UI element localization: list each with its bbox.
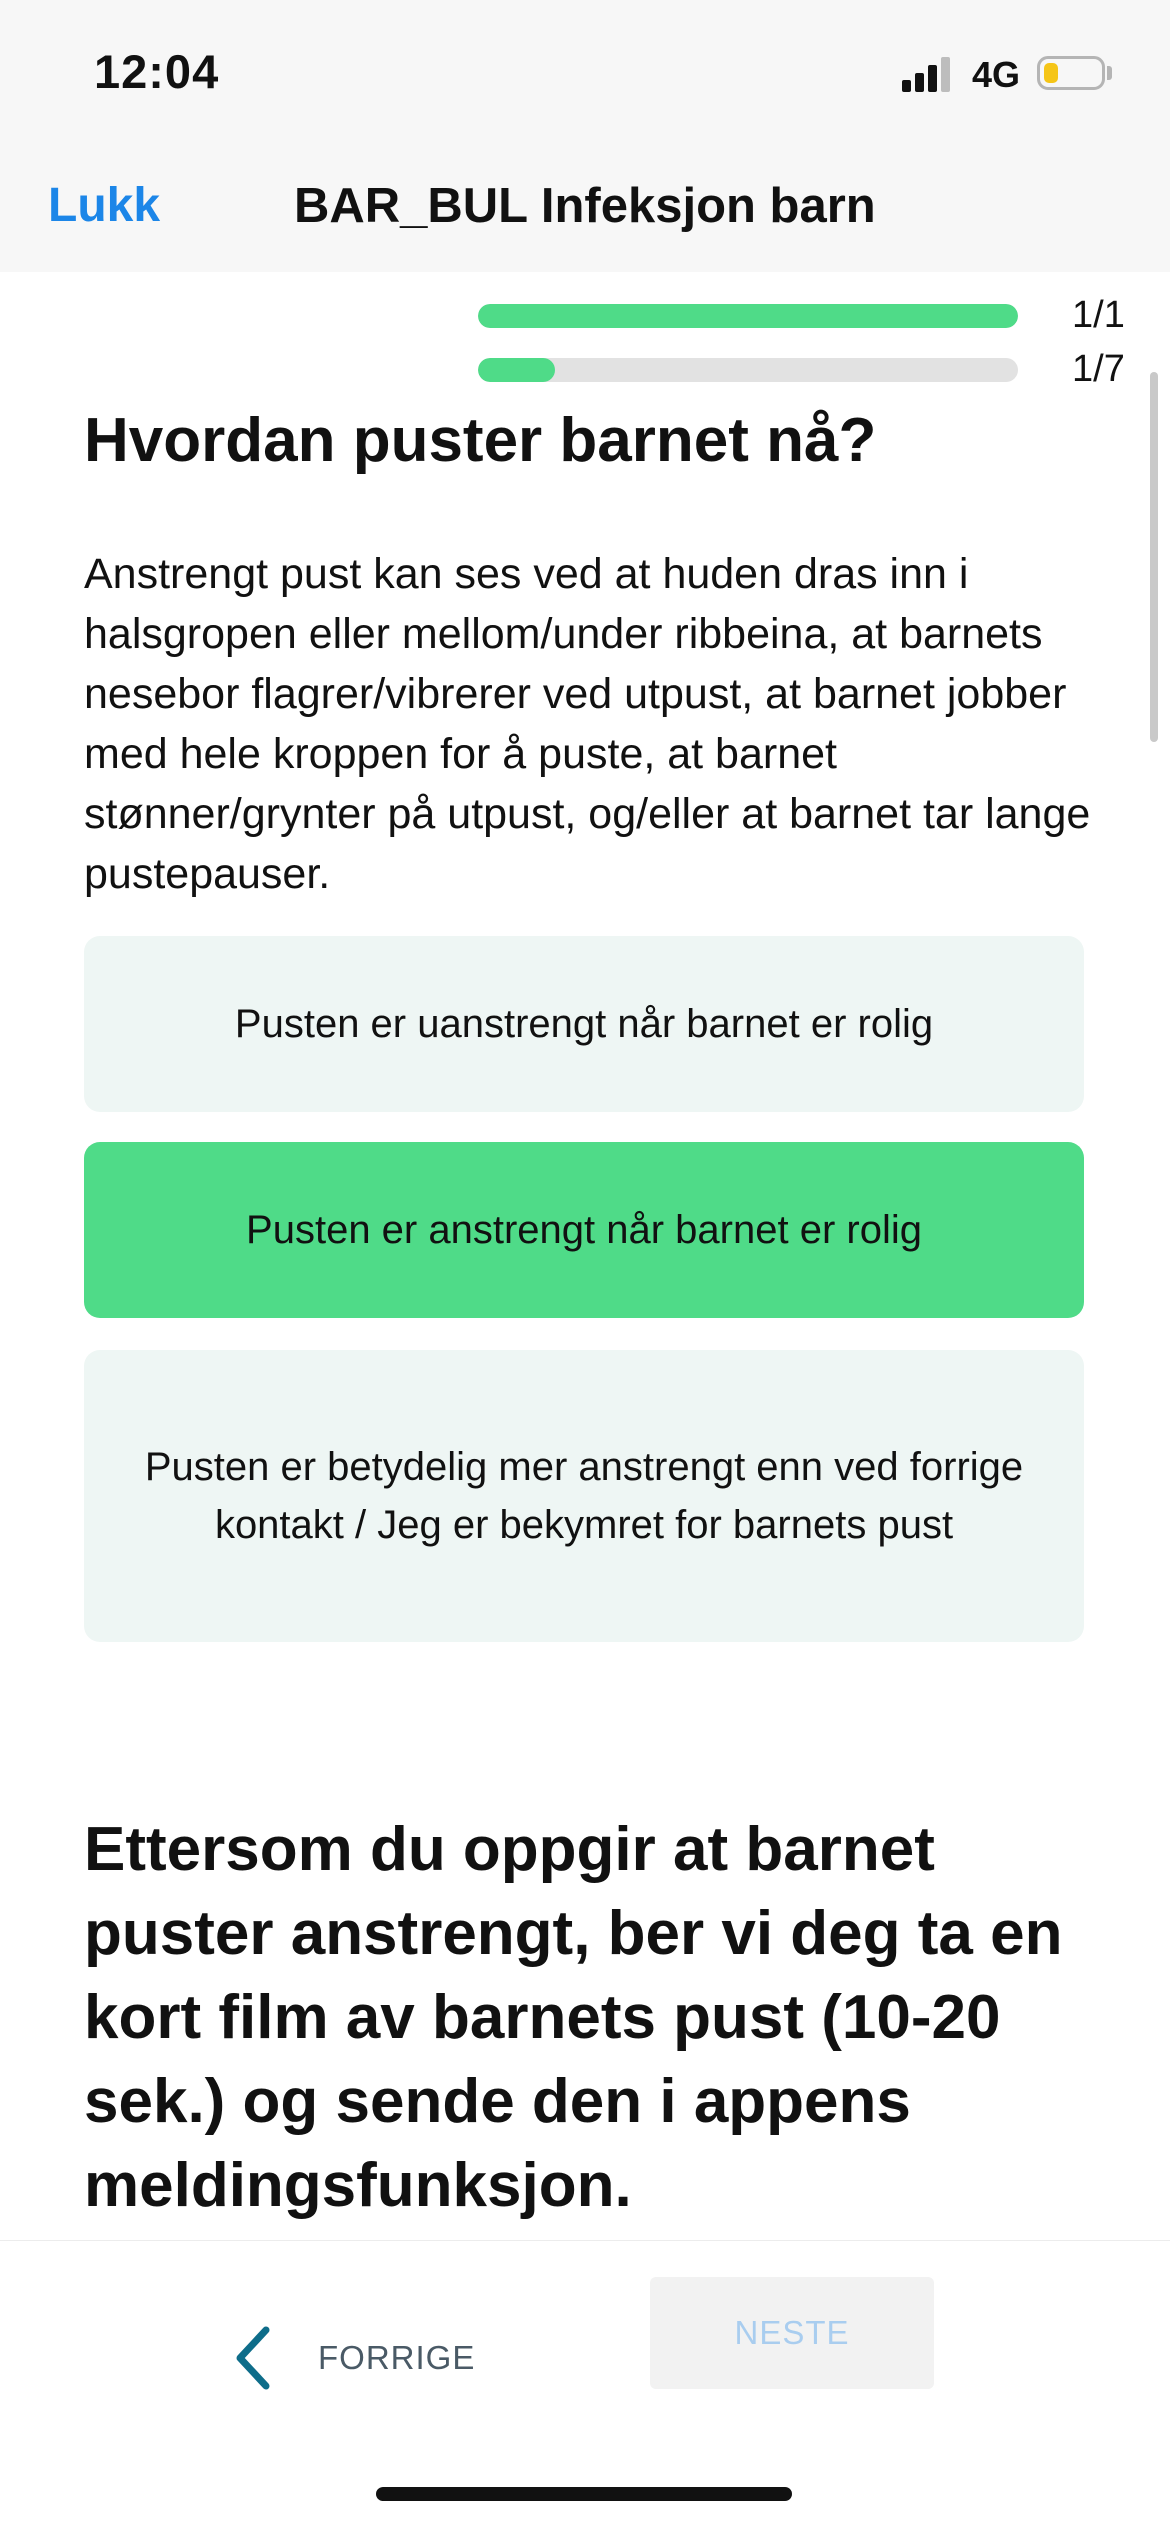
status-bar: 12:04 4G bbox=[0, 0, 1170, 140]
page-title: BAR_BUL Infeksjon barn bbox=[294, 179, 876, 233]
progress-fill bbox=[478, 304, 1018, 328]
info-message: Ettersom du oppgir at barnet puster anst… bbox=[84, 1815, 1063, 2220]
battery-tip bbox=[1107, 66, 1112, 80]
progress-fill bbox=[478, 358, 556, 382]
progress-bar-section bbox=[478, 358, 1018, 382]
scrollbar[interactable] bbox=[1150, 372, 1158, 742]
previous-button[interactable]: FORRIGE bbox=[232, 2303, 475, 2413]
status-time: 12:04 bbox=[94, 45, 220, 98]
next-button[interactable]: NESTE bbox=[650, 2277, 934, 2389]
battery-icon bbox=[1037, 56, 1105, 90]
progress-label-overall: 1/1 bbox=[1072, 294, 1125, 336]
answer-option-strained[interactable]: Pusten er anstrengt når barnet er rolig bbox=[84, 1142, 1084, 1318]
chevron-left-icon bbox=[236, 2326, 270, 2390]
cellular-signal-icon bbox=[902, 56, 954, 92]
close-button[interactable]: Lukk bbox=[48, 178, 160, 233]
bottom-nav-bar: FORRIGE NESTE bbox=[0, 2240, 1170, 2533]
question-description: Anstrengt pust kan ses ved at huden dras… bbox=[84, 550, 1091, 898]
progress-track bbox=[478, 304, 1018, 328]
previous-label: FORRIGE bbox=[318, 2339, 476, 2376]
progress-track bbox=[478, 358, 1018, 382]
answer-option-more-strained[interactable]: Pusten er betydelig mer anstrengt enn ve… bbox=[84, 1350, 1084, 1642]
question-title: Hvordan puster barnet nå? bbox=[84, 406, 877, 475]
progress-bar-overall bbox=[478, 304, 1018, 328]
nav-bar: Lukk BAR_BUL Infeksjon barn bbox=[0, 140, 1170, 272]
answer-option-unstrained[interactable]: Pusten er uanstrengt når barnet er rolig bbox=[84, 936, 1084, 1112]
progress-label-section: 1/7 bbox=[1072, 348, 1125, 390]
battery-level bbox=[1044, 63, 1058, 83]
network-type: 4G bbox=[972, 54, 1021, 95]
home-indicator bbox=[376, 2487, 792, 2501]
